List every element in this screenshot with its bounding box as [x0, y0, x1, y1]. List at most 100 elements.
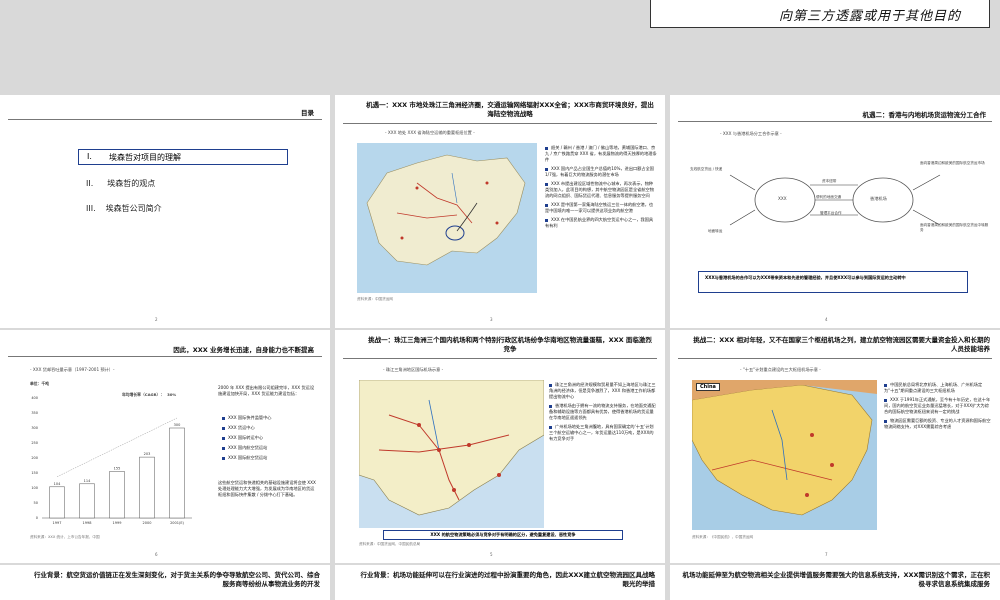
- page-number: 6: [155, 552, 158, 557]
- bullet-item: XXX 国际航空货运站: [222, 455, 322, 461]
- x-tick-label: 2000: [143, 521, 152, 525]
- agenda-num: II.: [86, 179, 94, 188]
- map-label: China: [696, 383, 720, 391]
- guangdong-map-image: [357, 143, 537, 293]
- bullet-item: 广州机场地处三角洲腹地，具有国家确定的'十五'计划三个航空运输中心之一，年货运量…: [549, 424, 654, 441]
- source-note: 资料来源：中国货运网: [357, 297, 393, 301]
- bullet-item: XXX 国际转运中心: [222, 435, 322, 441]
- bullet-item: 香港机场由于拥有一流的物流支持服务，在地面交通配备和辅助设施等方面都具有优势，使…: [549, 403, 656, 420]
- title-rule: [343, 358, 657, 359]
- slide-opportunity-1[interactable]: 机遇一：XXX 市地处珠江三角洲经济圈，交通运输网络辐射XXX全省；XXX市商贸…: [335, 95, 665, 328]
- bullet-list: 珠江三角洲的经济规模和贸易量不如上海地区与珠江三角洲的经济体，但是竞争激烈了，X…: [549, 382, 657, 442]
- corner-label: 支线航空货运 / 快递: [690, 167, 723, 171]
- x-tick-label: 1999: [113, 521, 122, 525]
- y-tick-label: 350: [31, 411, 38, 415]
- page-number: 5: [490, 552, 493, 557]
- agenda-label: 埃森哲公司简介: [105, 204, 162, 213]
- pearl-river-delta-map: [359, 380, 544, 528]
- oval-xxx: XXX: [778, 196, 787, 201]
- link-capital: 资本纽带: [822, 179, 837, 183]
- slide-subtitle: - XXX 地处 XXX 省海陆空运输的重要枢纽位置 -: [385, 130, 475, 135]
- agenda-item-3[interactable]: III. 埃森哲公司简介: [86, 203, 162, 214]
- slide-challenge-2[interactable]: 挑战二：XXX 相对年轻，又不在国家三个枢纽机场之列，建立航空物流园区需要大量资…: [670, 330, 1000, 563]
- bullet-item: XXX 国际快件监管中心: [222, 415, 322, 421]
- slide-title: 目录: [301, 109, 314, 117]
- slide-opportunity-2[interactable]: 机遇二：香港与内地机场货运物流分工合作 - XXX 与香港机场分工合作示意 - …: [670, 95, 1000, 328]
- slide-industry-background-1[interactable]: 行业背景：航空货运价值链正在发生深刻变化，对于货主关系的争夺导致航空公司、货代公…: [0, 565, 330, 600]
- bullet-item: XXX 货运中心: [222, 425, 322, 431]
- summary-banner: XXX 的航空物流策略必须与竞争对手有明确的区分，避免重复建设、恶性竞争: [383, 530, 623, 540]
- bullet-item: 中国民航总局将北京机场、上海机场、广州机场定为"十五"期间重点建设的三大枢纽机场: [884, 382, 983, 393]
- y-tick-label: 300: [31, 426, 38, 430]
- slide-title: 挑战二：XXX 相对年轻，又不在国家三个枢纽机场之列，建立航空物流园区需要大量资…: [693, 336, 990, 353]
- y-tick-label: 250: [31, 441, 38, 445]
- confidential-notice: 向第三方透露或用于其他目的: [650, 0, 990, 28]
- corner-label: 面向香港周边和欧美的国际航空货运中转服务: [920, 223, 989, 232]
- corner-label: 地面转运: [708, 229, 723, 233]
- page-number: 3: [490, 317, 493, 322]
- bar: [79, 483, 95, 519]
- agenda-num: I.: [87, 152, 92, 161]
- y-tick-label: 100: [31, 486, 38, 490]
- source-note: 资料来源：《中国民航》，中国货运网: [692, 535, 754, 539]
- link-management: 管理平台合作: [820, 211, 842, 215]
- y-tick-label: 150: [31, 471, 38, 475]
- page-number: 7: [825, 552, 828, 557]
- slide-title: 挑战一：珠江三角洲三个国内机场和两个特别行政区机场纷争华南地区物流量蛋糕，XXX…: [368, 336, 652, 353]
- bullet-list: XXX 国际快件监管中心 XXX 货运中心 XXX 国际转运中心 XXX 国内航…: [222, 415, 322, 461]
- bar: [109, 471, 125, 519]
- page-number: 4: [825, 317, 828, 322]
- bar: [49, 486, 65, 519]
- summary-banner: XXX与香港机场的合作可以为XXX带来资本和先进的管理经验，并且使XXX可以参与…: [698, 271, 968, 293]
- slide-growth[interactable]: 因此，XXX 业务增长迅速，自身能力也不断提高 - XXX 货邮吞吐量示意（19…: [0, 330, 330, 563]
- bullet-item: 物流园区需要巨额的投资、专业的人才资源和国际航空物流网络支持，对XXX需要综合考…: [884, 418, 991, 429]
- page-number: 2: [155, 317, 158, 322]
- bullet-item: 韶关 / 赣州 / 香港 / 澳门 / 佛山等地，黄埔国际港口、京九 / 京广铁…: [545, 145, 657, 162]
- bullet-item: XXX 市提出建设区域性物流中心城市，再次表示，物种类别加入，此项目的构想，其中…: [545, 181, 654, 198]
- slide-subtitle: - "十五"计划重点建设的三大枢纽机场示意 -: [740, 367, 821, 372]
- slide-title: 机场功能延伸至为航空物流相关企业提供增值服务需要强大的信息系统支持，XXX需识别…: [682, 571, 990, 588]
- slide-subtitle: - 珠江三角洲地区国际机场示意 -: [383, 367, 444, 372]
- y-tick-label: 50: [34, 501, 38, 505]
- agenda-num: III.: [86, 204, 96, 213]
- slide-industry-background-2[interactable]: 行业背景：机场功能延伸可以在行业演进的过程中扮演重要的角色，因此XXX建立航空物…: [335, 565, 665, 600]
- bar-value-label: 203: [144, 452, 151, 456]
- bullet-item: XXX 在中国民航业界的四大航空货运中心之一，我国具有有利: [545, 217, 654, 228]
- bar-value-label: 155: [114, 467, 121, 471]
- corner-label: 面向香港周边和欧美的国际航空货运市场: [920, 161, 985, 165]
- footnote-text: 这些航空货运和快递相关的基础设施建设将会使 XXX 处理处理能力大大增强，为发展…: [218, 480, 316, 497]
- slide-info-system[interactable]: 机场功能延伸至为航空物流相关企业提供增值服务需要强大的信息系统支持，XXX需识别…: [670, 565, 1000, 600]
- title-rule: [343, 123, 657, 124]
- china-map-image: [692, 380, 877, 530]
- oval-hk-airport: 香港机场: [870, 196, 887, 201]
- x-tick-label: 1997: [53, 521, 62, 525]
- bullet-list: 中国民航总局将北京机场、上海机场、广州机场定为"十五"期间重点建设的三大枢纽机场…: [884, 382, 992, 430]
- bar-value-label: 114: [84, 479, 91, 483]
- agenda-label: 埃森哲的观点: [107, 179, 156, 188]
- slide-challenge-1[interactable]: 挑战一：珠江三角洲三个国内机场和两个特别行政区机场纷争华南地区物流量蛋糕，XXX…: [335, 330, 665, 563]
- bar: [139, 456, 155, 519]
- link-ground: 便利的地面交通: [816, 195, 842, 199]
- agenda-item-1[interactable]: I. 埃森哲对项目的理解: [78, 149, 288, 165]
- y-tick-label: 0: [36, 516, 38, 520]
- bullet-item: 珠江三角洲的经济规模和贸易量不如上海地区与珠江三角洲的经济体，但是竞争激烈了，X…: [549, 382, 656, 399]
- x-tick-label: 1998: [83, 521, 92, 525]
- bullet-item: XXX 国内产品占全国生产总值的10%，进出口额占全国1/7强，有着巨大的物流服…: [545, 166, 654, 177]
- agenda-item-2[interactable]: II. 埃森哲的观点: [86, 178, 155, 189]
- y-tick-label: 200: [31, 456, 38, 460]
- bullet-item: XXX 是中国第一家集海陆空铁运三位一体的航空港，也是中国境内唯一一家可以提供这…: [545, 202, 654, 213]
- bar-value-label: 300: [174, 423, 181, 427]
- bar: [169, 427, 185, 519]
- title-rule: [678, 358, 992, 359]
- y-tick-label: 400: [31, 396, 38, 400]
- bar-value-label: 104: [54, 482, 61, 486]
- slide-agenda[interactable]: 目录 I. 埃森哲对项目的理解 II. 埃森哲的观点 III. 埃森哲公司简介 2: [0, 95, 330, 328]
- x-tick-label: 2001(E): [170, 521, 184, 525]
- bullet-item: XXX 国内航空货运站: [222, 445, 322, 451]
- intro-text: 2000 年 XXX 提出有限公司组建完毕，XXX 货运设施建设加快开局，XXX…: [218, 385, 315, 396]
- source-note: 资料来源：XXX 统计，上市公告年报，中国: [30, 535, 100, 539]
- agenda-label: 埃森哲对项目的理解: [109, 153, 181, 162]
- bullet-item: XXX 于1991年正式通航，至今有十年历史，在这十年间，国内的航空货运业务量迅…: [884, 397, 991, 414]
- source-note: 资料来源：中国货运网，中国民航总局: [359, 542, 421, 546]
- slide-title: 机遇一：XXX 市地处珠江三角洲经济圈，交通运输网络辐射XXX全省；XXX市商贸…: [366, 101, 654, 118]
